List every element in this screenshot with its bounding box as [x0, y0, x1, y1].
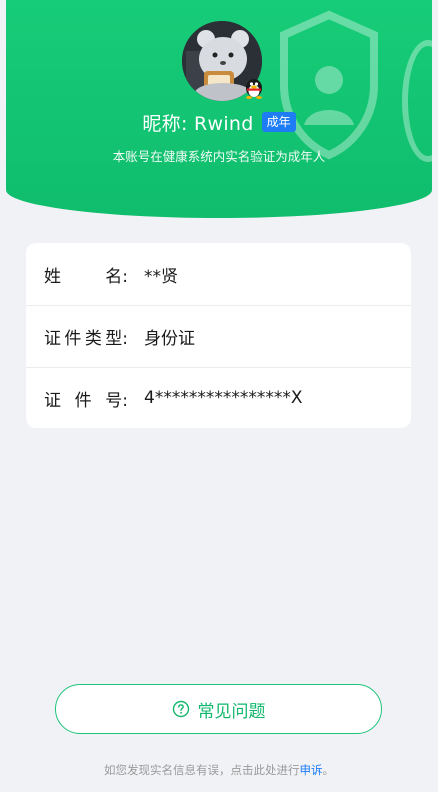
- page: 昵称: Rwind 成年 本账号在健康系统内实名验证为成年人 姓 名: **贤 …: [0, 0, 438, 792]
- verification-status-text: 本账号在健康系统内实名验证为成年人: [112, 149, 326, 164]
- footer-text: 如您发现实名信息有误，点击此处进行: [104, 763, 300, 777]
- shield-decoration-icon: [280, 10, 378, 160]
- name-label-char: 名:: [105, 266, 128, 287]
- id-number-label-char: 证: [44, 390, 61, 411]
- id-number-value: 4****************X: [144, 388, 303, 408]
- id-type-label: 证 件 类 型:: [44, 324, 128, 349]
- id-type-value: 身份证: [144, 328, 195, 349]
- id-type-label-char: 件: [64, 328, 82, 349]
- qq-penguin-icon: [246, 79, 262, 99]
- name-label-char: 姓: [44, 266, 61, 287]
- id-type-label-char: 型:: [105, 328, 128, 349]
- id-type-row: 证 件 类 型: 身份证: [26, 305, 411, 367]
- name-value: **贤: [144, 266, 178, 287]
- nickname: 昵称: Rwind: [142, 112, 254, 135]
- faq-button[interactable]: 常见问题: [55, 684, 382, 734]
- id-number-label: 证 件 号:: [44, 386, 128, 411]
- ring-decoration: [402, 40, 432, 162]
- adult-badge: 成年: [261, 112, 296, 132]
- name-label: 姓 名:: [44, 262, 128, 287]
- id-type-label-char: 证: [44, 328, 61, 349]
- identity-info-card: 姓 名: **贤 证 件 类 型: 身份证 证 件 号: 4**********…: [26, 243, 411, 428]
- id-number-label-char: 号:: [105, 390, 128, 411]
- name-row: 姓 名: **贤: [26, 243, 411, 305]
- id-type-label-char: 类: [84, 328, 102, 349]
- id-number-label-char: 件: [74, 390, 92, 411]
- nickname-row: 昵称: Rwind 成年: [0, 108, 438, 136]
- faq-label: 常见问题: [197, 701, 266, 722]
- question-circle-icon: [172, 700, 189, 718]
- footer-note: 如您发现实名信息有误，点击此处进行申诉。: [0, 762, 438, 778]
- appeal-link[interactable]: 申诉: [300, 763, 323, 777]
- id-number-row: 证 件 号: 4****************X: [26, 367, 411, 429]
- footer-end: 。: [322, 763, 335, 777]
